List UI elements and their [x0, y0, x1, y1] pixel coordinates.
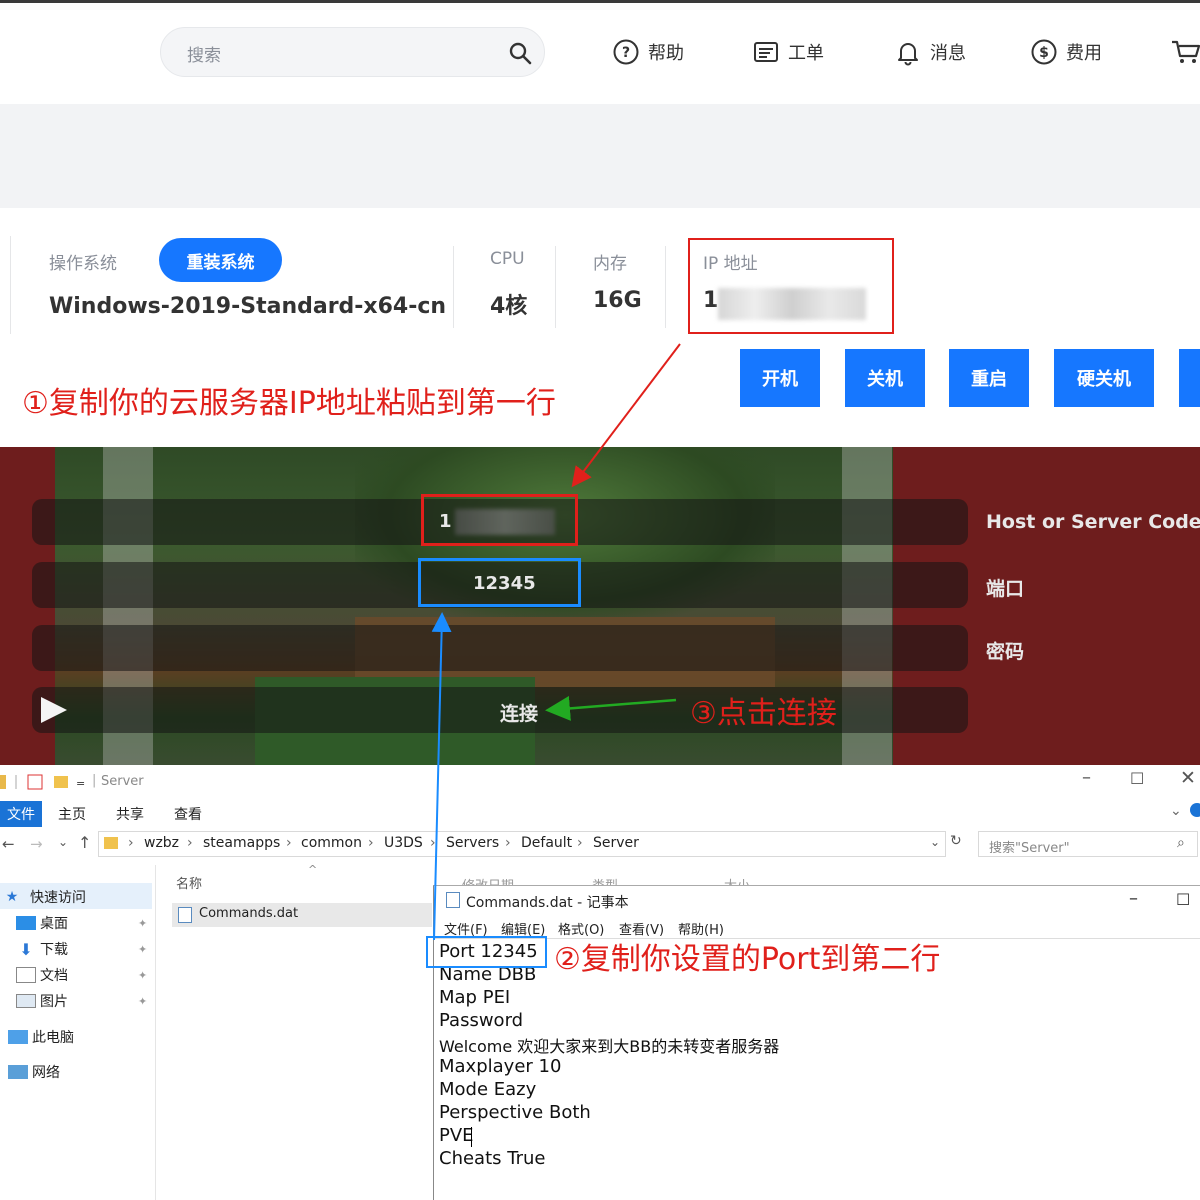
arrow-port-to-field [431, 612, 452, 941]
arrow-to-connect [545, 695, 677, 721]
annotation-arrows [431, 343, 681, 941]
screenshot-root: 搜索 ? 帮助 工单 消息 $ 费用 操作系统 重装系统 Windows-201… [0, 0, 1200, 1200]
arrow-ip-to-host [571, 343, 681, 488]
